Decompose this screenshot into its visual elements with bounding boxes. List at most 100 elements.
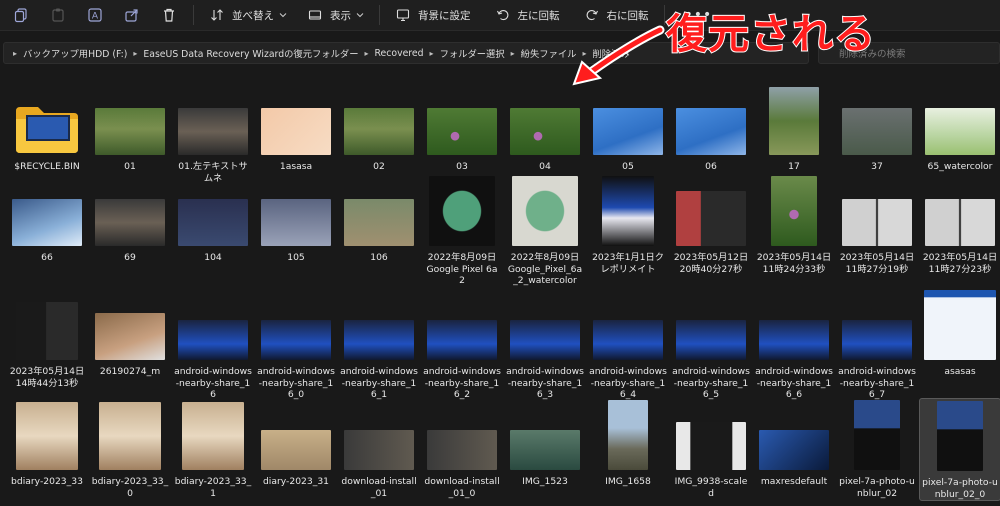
file-item[interactable]: 1asasa — [255, 86, 337, 173]
file-item[interactable]: bdiary-2023_33 — [6, 398, 88, 488]
file-name: IMG_1658 — [605, 476, 651, 487]
file-item[interactable]: bdiary-2023_33_1 — [172, 398, 254, 499]
file-item[interactable]: IMG_1658 — [587, 398, 669, 488]
file-item[interactable]: 104 — [172, 176, 254, 264]
file-item[interactable]: 04 — [504, 86, 586, 173]
file-item[interactable]: 2023年05月14日 11時27分23秒 — [919, 176, 1000, 275]
file-name: 2023年05月14日 14時44分13秒 — [9, 366, 85, 389]
thumbnail-image — [421, 286, 503, 360]
file-name: 17 — [788, 161, 800, 172]
thumbnail-image — [6, 286, 88, 360]
file-item[interactable]: 2023年1月1日クレポリメイト — [587, 176, 669, 275]
file-name: $RECYCLE.BIN — [14, 161, 80, 172]
paste-icon[interactable] — [48, 5, 68, 25]
file-name: 2022年8月09日 Google_Pixel_6a_2_watercolor — [507, 252, 583, 286]
file-item[interactable]: 01.左テキストサムネ — [172, 86, 254, 184]
share-icon[interactable] — [122, 5, 142, 25]
file-item[interactable]: maxresdefault — [753, 398, 835, 488]
thumbnail-image — [338, 286, 420, 360]
file-name: pixel-7a-photo-unblur_02_0 — [922, 477, 998, 500]
rename-icon[interactable]: A — [85, 5, 105, 25]
toolbar-divider — [379, 5, 380, 25]
set-background-button[interactable]: 背景に設定 — [388, 3, 478, 27]
file-item[interactable]: 2023年05月14日 14時44分13秒 — [6, 286, 88, 389]
thumbnail-image — [753, 176, 835, 246]
file-item[interactable]: 06 — [670, 86, 752, 173]
thumbnail-image — [338, 86, 420, 155]
file-item[interactable]: 105 — [255, 176, 337, 264]
file-name: 105 — [287, 252, 305, 263]
copy-icon[interactable] — [11, 5, 31, 25]
file-item[interactable]: 2023年05月14日 11時27分19秒 — [836, 176, 918, 275]
breadcrumb-item[interactable]: バックアップ用HDD (F:) — [23, 46, 127, 60]
file-item[interactable]: download-install_01 — [338, 398, 420, 499]
rotate-left-button[interactable]: 左に回転 — [488, 3, 567, 27]
delete-icon[interactable] — [159, 5, 179, 25]
file-item[interactable]: android-windows-nearby-share_16_6 — [753, 286, 835, 401]
file-item[interactable]: 2022年8月09日 Google_Pixel_6a_2_watercolor — [504, 176, 586, 287]
file-item[interactable]: $RECYCLE.BIN — [6, 86, 88, 173]
file-name: android-windows-nearby-share_16_2 — [423, 366, 501, 400]
file-item[interactable]: 2023年05月12日 20時40分27秒 — [670, 176, 752, 275]
thumbnail-image — [753, 86, 835, 155]
file-item[interactable]: android-windows-nearby-share_16_1 — [338, 286, 420, 401]
file-item[interactable]: android-windows-nearby-share_16_2 — [421, 286, 503, 401]
thumbnail-image — [255, 176, 337, 246]
chevron-down-icon — [356, 13, 364, 18]
file-item[interactable]: 01 — [89, 86, 171, 173]
file-item[interactable]: android-windows-nearby-share_16_7 — [836, 286, 918, 401]
thumbnail-image — [338, 398, 420, 470]
file-item[interactable]: pixel-7a-photo-unblur_02 — [836, 398, 918, 499]
file-item[interactable]: android-windows-nearby-share_16_0 — [255, 286, 337, 401]
file-item[interactable]: 37 — [836, 86, 918, 173]
set-background-label: 背景に設定 — [418, 9, 471, 22]
thumbnail-image — [504, 86, 586, 155]
file-name: pixel-7a-photo-unblur_02 — [839, 476, 915, 499]
breadcrumb-item[interactable]: Recovered — [375, 48, 424, 59]
file-item[interactable]: 05 — [587, 86, 669, 173]
file-name: maxresdefault — [760, 476, 828, 487]
file-name: IMG_9938-scaled — [674, 476, 748, 499]
view-button[interactable]: 表示 — [300, 3, 371, 27]
thumbnail-image — [670, 86, 752, 155]
thumbnail-image — [172, 286, 254, 360]
thumbnail-image — [338, 176, 420, 246]
file-item[interactable]: diary-2023_31 — [255, 398, 337, 488]
file-name: android-windows-nearby-share_16_4 — [589, 366, 667, 400]
file-item[interactable]: IMG_1523 — [504, 398, 586, 488]
file-name: diary-2023_31 — [262, 476, 330, 487]
file-item[interactable]: android-windows-nearby-share_16_4 — [587, 286, 669, 401]
chevron-down-icon — [279, 13, 287, 18]
file-item[interactable]: 26190274_m — [89, 286, 171, 378]
file-item[interactable]: android-windows-nearby-share_16_5 — [670, 286, 752, 401]
file-item[interactable]: 106 — [338, 176, 420, 264]
file-item[interactable]: 66 — [6, 176, 88, 264]
file-item[interactable]: pixel-7a-photo-unblur_02_0 — [919, 398, 1000, 501]
sort-button[interactable]: 並べ替え — [202, 3, 294, 27]
file-item[interactable]: bdiary-2023_33_0 — [89, 398, 171, 499]
file-item[interactable]: asasas — [919, 286, 1000, 378]
file-item[interactable]: 2023年05月14日 11時24分33秒 — [753, 176, 835, 275]
file-item[interactable]: android-windows-nearby-share_16_3 — [504, 286, 586, 401]
file-item[interactable]: android-windows-nearby-share_16 — [172, 286, 254, 401]
file-item[interactable]: 17 — [753, 86, 835, 173]
breadcrumb-item[interactable]: フォルダー選択 — [440, 46, 505, 60]
thumbnail-image — [919, 286, 1000, 360]
file-grid: $RECYCLE.BIN 01 01.左テキストサムネ 1asasa 02 03 04 05 0… — [0, 80, 1000, 506]
file-item[interactable]: 02 — [338, 86, 420, 173]
file-item[interactable]: download-install_01_0 — [421, 398, 503, 499]
thumbnail-image — [172, 86, 254, 155]
file-item[interactable]: 2022年8月09日 Google Pixel 6a 2 — [421, 176, 503, 287]
file-name: asasas — [944, 366, 976, 377]
breadcrumb-item[interactable]: EaseUS Data Recovery Wizardの復元フォルダー — [143, 46, 358, 60]
file-item[interactable]: IMG_9938-scaled — [670, 398, 752, 499]
file-item[interactable]: 03 — [421, 86, 503, 173]
chevron-right-icon: ▸ — [429, 48, 434, 58]
rotate-right-icon — [584, 7, 600, 23]
file-name: android-windows-nearby-share_16_6 — [755, 366, 833, 400]
file-item[interactable]: 69 — [89, 176, 171, 264]
file-name: 65_watercolor — [927, 161, 993, 172]
thumbnail-image — [6, 398, 88, 470]
file-name: android-windows-nearby-share_16 — [174, 366, 252, 400]
file-item[interactable]: 65_watercolor — [919, 86, 1000, 173]
